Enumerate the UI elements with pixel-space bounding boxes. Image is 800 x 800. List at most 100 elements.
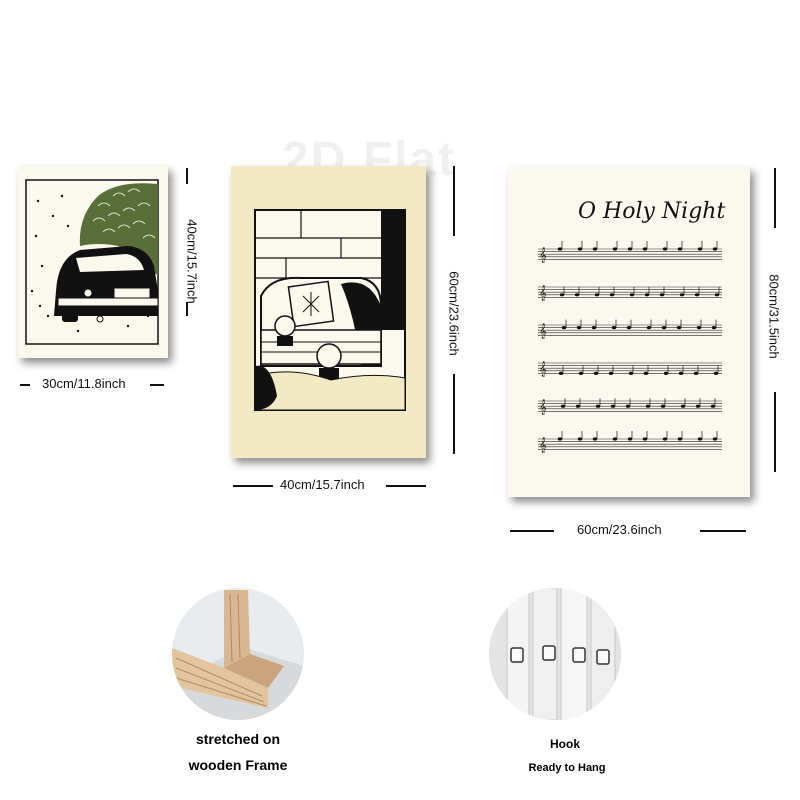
treble-clef-icon: 𝄞: [539, 362, 547, 377]
dim-line: [150, 384, 164, 386]
large-print-width-label: 60cm/23.6inch: [577, 522, 662, 537]
music-note: [662, 247, 668, 251]
small-print-width-label: 30cm/11.8inch: [42, 376, 126, 391]
music-note: [642, 437, 648, 441]
music-note: [660, 404, 666, 408]
hook-detail-photo: [489, 588, 621, 720]
music-note: [663, 371, 669, 375]
music-note: [557, 247, 563, 251]
frame-caption-line1: stretched on: [195, 731, 280, 747]
music-note: [592, 437, 598, 441]
music-note: [678, 371, 684, 375]
treble-clef-icon: 𝄞: [539, 400, 547, 415]
medium-print-height-label: 60cm/23.6inch: [446, 271, 462, 356]
car-illustration: [25, 179, 159, 345]
music-note: [661, 326, 667, 330]
staff: 𝄞: [538, 398, 722, 415]
dim-line: [20, 384, 30, 386]
treble-clef-icon: 𝄞: [539, 286, 547, 301]
dim-line: [774, 392, 776, 472]
music-note: [628, 371, 634, 375]
staff: 𝄞: [538, 362, 722, 377]
staff: 𝄞: [538, 241, 722, 263]
sofa-illustration: [254, 209, 406, 411]
staff: 𝄞: [538, 431, 722, 453]
music-note: [591, 326, 597, 330]
large-print-height-label: 80cm/31.5inch: [766, 274, 782, 359]
music-note: [711, 326, 717, 330]
music-note: [676, 326, 682, 330]
music-note: [625, 404, 631, 408]
frame-caption-line2: wooden Frame: [188, 757, 288, 773]
dim-line: [386, 485, 426, 487]
music-note: [577, 437, 583, 441]
music-note: [576, 326, 582, 330]
print-sheet-music: O Holy Night 𝄞 𝄞 𝄞 𝄞 𝄞 𝄞: [508, 167, 750, 497]
music-note: [559, 293, 565, 297]
music-note: [578, 371, 584, 375]
music-note: [560, 404, 566, 408]
print-car-with-tree: [18, 166, 168, 358]
music-note: [612, 437, 618, 441]
music-note: [594, 293, 600, 297]
music-note: [561, 326, 567, 330]
music-note: [662, 437, 668, 441]
music-note: [629, 293, 635, 297]
music-note: [557, 437, 563, 441]
music-note: [693, 371, 699, 375]
staff: 𝄞: [538, 319, 722, 339]
music-note: [608, 371, 614, 375]
music-note: [696, 326, 702, 330]
music-note: [712, 247, 718, 251]
music-note: [695, 404, 701, 408]
hook-caption-line1: Hook: [550, 737, 580, 751]
music-note: [643, 371, 649, 375]
music-note: [575, 404, 581, 408]
music-note: [659, 293, 665, 297]
music-note: [593, 371, 599, 375]
music-note: [644, 293, 650, 297]
dim-line: [233, 485, 273, 487]
music-note: [610, 404, 616, 408]
music-note: [627, 437, 633, 441]
music-note: [712, 437, 718, 441]
small-print-height-label: 40cm/15.7inch: [184, 219, 200, 304]
music-note: [592, 247, 598, 251]
music-note: [595, 404, 601, 408]
music-note: [714, 293, 720, 297]
hook-caption-line2: Ready to Hang: [528, 762, 606, 774]
music-note: [697, 247, 703, 251]
staff: 𝄞: [538, 286, 722, 301]
music-note: [577, 247, 583, 251]
music-note: [677, 247, 683, 251]
music-note: [677, 437, 683, 441]
dim-line: [453, 166, 455, 236]
music-note: [710, 404, 716, 408]
music-staves: 𝄞 𝄞 𝄞 𝄞 𝄞 𝄞: [538, 241, 722, 453]
wood-corner-illustration: [172, 588, 304, 720]
treble-clef-icon: 𝄞: [539, 438, 547, 453]
medium-print-width-label: 40cm/15.7inch: [280, 477, 365, 492]
music-note: [574, 293, 580, 297]
hook-illustration: [489, 588, 621, 720]
music-note: [626, 326, 632, 330]
music-note: [697, 437, 703, 441]
music-note: [680, 404, 686, 408]
music-note: [694, 293, 700, 297]
dim-line: [186, 302, 188, 316]
dim-line: [774, 168, 776, 228]
dim-line: [510, 530, 554, 532]
music-note: [609, 293, 615, 297]
music-note: [611, 326, 617, 330]
dim-line: [453, 374, 455, 454]
music-note: [612, 247, 618, 251]
treble-clef-icon: 𝄞: [539, 248, 547, 263]
music-note: [713, 371, 719, 375]
dim-line: [700, 530, 746, 532]
music-note: [679, 293, 685, 297]
music-note: [642, 247, 648, 251]
music-note: [646, 326, 652, 330]
dim-line: [186, 168, 188, 184]
treble-clef-icon: 𝄞: [539, 324, 547, 339]
wooden-frame-detail-photo: [172, 588, 304, 720]
